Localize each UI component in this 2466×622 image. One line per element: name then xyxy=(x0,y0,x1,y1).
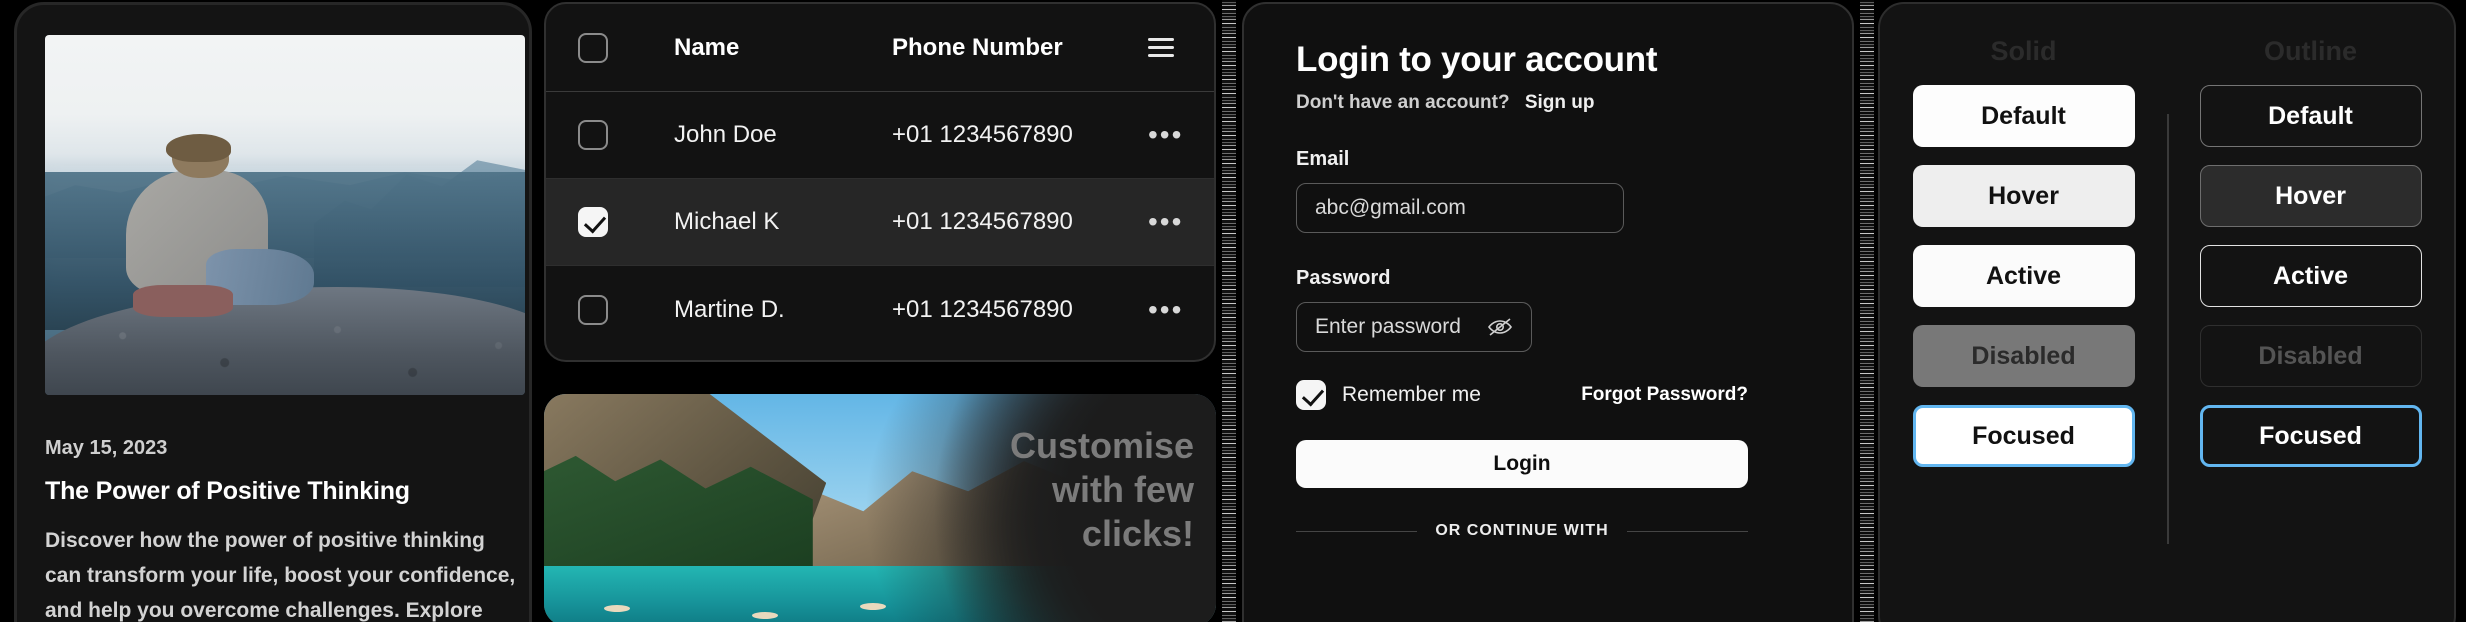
solid-disabled-button: Disabled xyxy=(1912,325,2135,387)
outline-column-heading: Outline xyxy=(2264,36,2357,66)
outline-active-button[interactable]: Active xyxy=(2199,245,2422,307)
outline-default-button[interactable]: Default xyxy=(2199,85,2422,147)
divider-label: OR CONTINUE WITH xyxy=(1435,522,1609,539)
table-panel: Name Phone Number John Doe +01 123456789… xyxy=(536,0,1228,622)
row-checkbox[interactable] xyxy=(578,207,608,237)
person-seat xyxy=(133,284,234,318)
more-horizontal-icon[interactable]: ••• xyxy=(1148,295,1183,323)
password-field[interactable]: Enter password xyxy=(1296,302,1532,352)
column-header-phone[interactable]: Phone Number xyxy=(892,34,1142,62)
forgot-password-link[interactable]: Forgot Password? xyxy=(1581,384,1748,406)
row-select-cell[interactable] xyxy=(578,120,674,150)
email-label: Email xyxy=(1296,148,1350,170)
solid-hover-button[interactable]: Hover xyxy=(1912,165,2135,227)
button-states-card: Solid Default Hover Active Disabled Focu… xyxy=(1878,2,2456,622)
blog-card[interactable]: May 15, 2023 The Power of Positive Think… xyxy=(14,2,532,622)
remember-me-group[interactable]: Remember me xyxy=(1296,380,1481,410)
login-heading: Login to your account xyxy=(1296,40,1658,79)
email-value: abc@gmail.com xyxy=(1315,196,1466,219)
outline-disabled-button: Disabled xyxy=(2199,325,2422,387)
remember-row: Remember me Forgot Password? xyxy=(1296,380,1748,410)
divider-line-left xyxy=(1296,530,1418,532)
password-placeholder: Enter password xyxy=(1315,315,1461,338)
promo-headline: Customise with few clicks! xyxy=(1009,425,1194,554)
login-card: Login to your account Don't have an acco… xyxy=(1242,2,1854,622)
blog-hero-image xyxy=(45,35,525,395)
select-all-checkbox[interactable] xyxy=(578,32,608,63)
cell-phone: +01 1234567890 xyxy=(892,208,1073,235)
blog-title: The Power of Positive Thinking xyxy=(45,477,410,505)
person-hair xyxy=(165,133,232,163)
outline-buttons-column: Outline Default Hover Active Disabled Fo… xyxy=(2167,4,2454,622)
cell-phone: +01 1234567890 xyxy=(892,121,1073,148)
login-panel: Login to your account Don't have an acco… xyxy=(1222,0,1874,622)
outline-hover-button[interactable]: Hover xyxy=(2199,165,2422,227)
panel-edge-noise-left xyxy=(1222,0,1236,622)
cell-name: Martine D. xyxy=(674,295,785,323)
row-checkbox[interactable] xyxy=(578,294,608,325)
table-header-row: Name Phone Number xyxy=(546,4,1214,92)
row-select-cell[interactable] xyxy=(578,294,674,325)
signup-link[interactable]: Sign up xyxy=(1525,92,1595,113)
cell-name: Michael K xyxy=(674,208,780,235)
divider-line-right xyxy=(1626,530,1749,532)
more-horizontal-icon[interactable]: ••• xyxy=(1148,121,1183,149)
select-all-cell[interactable] xyxy=(578,32,674,63)
more-horizontal-icon[interactable]: ••• xyxy=(1148,208,1183,236)
blog-date: May 15, 2023 xyxy=(45,437,168,459)
eye-off-icon[interactable] xyxy=(1487,317,1513,337)
table-row[interactable]: Martine D. +01 1234567890 ••• xyxy=(546,266,1214,353)
remember-me-label: Remember me xyxy=(1342,383,1481,406)
button-states-panel: Solid Default Hover Active Disabled Focu… xyxy=(1868,0,2466,622)
row-actions-cell[interactable]: ••• xyxy=(1142,295,1214,323)
solid-focused-button[interactable]: Focused xyxy=(1912,405,2135,467)
outline-focused-button[interactable]: Focused xyxy=(2199,405,2422,467)
blog-excerpt: Discover how the power of positive think… xyxy=(45,529,516,622)
column-header-name[interactable]: Name xyxy=(674,34,892,62)
blog-panel: May 15, 2023 The Power of Positive Think… xyxy=(0,0,536,622)
solid-active-button[interactable]: Active xyxy=(1912,245,2135,307)
promo-banner[interactable]: Customise with few clicks! xyxy=(544,394,1216,622)
cell-name: John Doe xyxy=(674,121,777,148)
divider-or-continue: OR CONTINUE WITH xyxy=(1296,522,1749,540)
cell-phone: +01 1234567890 xyxy=(892,295,1073,323)
row-actions-cell[interactable]: ••• xyxy=(1142,121,1214,149)
solid-buttons-column: Solid Default Hover Active Disabled Focu… xyxy=(1880,4,2167,622)
row-actions-cell[interactable]: ••• xyxy=(1142,208,1214,236)
screenshot-root: May 15, 2023 The Power of Positive Think… xyxy=(0,0,2466,622)
login-button[interactable]: Login xyxy=(1296,440,1748,488)
signup-prompt: Don't have an account? Sign up xyxy=(1296,92,1800,114)
table-row[interactable]: Michael K +01 1234567890 ••• xyxy=(546,179,1214,266)
email-field[interactable]: abc@gmail.com xyxy=(1296,183,1624,233)
table-menu-cell[interactable] xyxy=(1142,38,1214,57)
signup-prompt-text: Don't have an account? xyxy=(1296,92,1510,113)
row-select-cell[interactable] xyxy=(578,207,674,237)
password-label: Password xyxy=(1296,267,1391,289)
hamburger-menu-icon[interactable] xyxy=(1148,38,1174,57)
remember-me-checkbox[interactable] xyxy=(1296,380,1326,410)
solid-default-button[interactable]: Default xyxy=(1912,85,2135,147)
table-row[interactable]: John Doe +01 1234567890 ••• xyxy=(546,92,1214,179)
contacts-table: Name Phone Number John Doe +01 123456789… xyxy=(544,2,1216,362)
solid-column-heading: Solid xyxy=(1990,36,2057,66)
person-figure xyxy=(122,133,314,338)
row-checkbox[interactable] xyxy=(578,120,608,150)
